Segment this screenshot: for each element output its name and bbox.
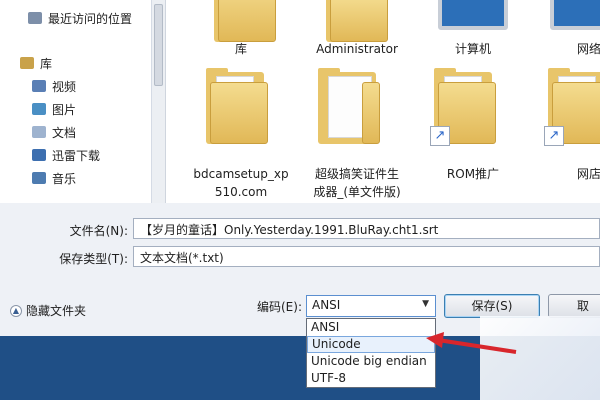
nav-item-label: 文档 [52,125,77,140]
folder-shortcut-icon: ↗ [430,68,496,146]
annotation-arrow-icon [426,332,517,354]
file-item-rom[interactable]: ↗ ROM推广 [418,64,528,204]
filetype-label: 保存类型(T): [59,252,128,266]
save-button[interactable]: 保存(S) [444,294,540,318]
library-icon [20,57,34,69]
file-item-zhengjian[interactable]: 超级搞笑证件生 成器_(单文件版) [302,64,412,204]
encoding-dropdown-list[interactable]: ANSI Unicode Unicode big endian UTF-8 [306,318,436,388]
nav-item-label: 视频 [52,79,77,94]
file-item-wangdian[interactable]: ↗ 网店 [534,64,600,204]
chevron-down-icon: ▼ [422,299,429,309]
library-folder-icon [214,0,276,42]
filename-input[interactable]: 【岁月的童话】Only.Yesterday.1991.BluRay.cht1.s… [133,218,600,239]
file-item-library[interactable]: 库 [186,0,296,60]
hide-folders-label: 隐藏文件夹 [26,304,87,318]
nav-item-label: 音乐 [52,171,77,186]
video-icon [32,80,46,92]
nav-item-recent-places[interactable]: 最近访问的位置 [28,9,132,27]
computer-icon [438,0,508,30]
file-name: 库 [234,42,247,56]
file-name: 计算机 [454,42,491,56]
nav-item-pictures[interactable]: 图片 [32,100,76,118]
hide-folders-toggle[interactable]: ▲ 隐藏文件夹 [10,302,86,319]
encoding-option-unicode-big-endian[interactable]: Unicode big endian [307,353,435,370]
recent-places-icon [28,12,42,24]
file-name: 网店 [576,167,600,181]
file-name: Administrator [316,42,398,56]
music-icon [32,172,46,184]
nav-item-music[interactable]: 音乐 [32,169,76,187]
nav-item-label: 库 [40,56,53,71]
file-item-network[interactable]: 网络 [534,0,600,60]
file-name: ROM推广 [446,167,500,181]
file-view: 库 Administrator 计算机 网络 bdcamsetup_xp 510… [166,0,600,203]
encoding-option-ansi[interactable]: ANSI [307,319,435,336]
file-name-line2: 成器_(单文件版) [313,185,401,199]
file-item-computer[interactable]: 计算机 [418,0,528,60]
filetype-select[interactable]: 文本文档(*.txt) [133,246,600,267]
folder-icon [318,68,380,144]
nav-item-label: 图片 [52,102,77,117]
nav-item-label: 最近访问的位置 [48,11,133,26]
encoding-select[interactable]: ANSI ▼ [306,295,436,317]
documents-icon [32,126,46,138]
folder-shortcut-icon: ↗ [544,68,600,146]
nav-item-label: 迅雷下载 [52,148,101,163]
thunder-download-icon [32,149,46,161]
user-folder-icon [326,0,388,42]
cancel-button[interactable]: 取 [548,294,600,318]
file-name-line1: 超级搞笑证件生 [314,167,399,181]
nav-item-library[interactable]: 库 [20,54,52,72]
file-name: 网络 [576,42,600,56]
nav-scrollbar[interactable] [152,0,166,203]
file-name-line2: 510.com [214,185,268,199]
encoding-label: 编码(E): [257,300,302,314]
nav-item-documents[interactable]: 文档 [32,123,76,141]
save-as-dialog: 最近访问的位置 库 视频 图片 文档 迅雷下载 音乐 库 Administrat… [0,0,600,336]
file-item-bdcamsetup[interactable]: bdcamsetup_xp 510.com [186,64,296,204]
folder-icon [206,68,268,144]
nav-item-video[interactable]: 视频 [32,77,76,95]
encoding-option-unicode[interactable]: Unicode [307,336,435,353]
network-icon [550,0,600,30]
file-item-administrator[interactable]: Administrator [302,0,412,60]
nav-scrollbar-thumb[interactable] [154,4,163,86]
encoding-option-utf8[interactable]: UTF-8 [307,370,435,387]
encoding-value: ANSI [312,298,341,312]
chevron-up-icon: ▲ [10,304,22,317]
filename-label: 文件名(N): [69,224,128,238]
file-name-line1: bdcamsetup_xp [193,167,289,181]
navigation-pane: 最近访问的位置 库 视频 图片 文档 迅雷下载 音乐 [0,0,152,203]
nav-item-thunder-download[interactable]: 迅雷下载 [32,146,100,164]
pictures-icon [32,103,46,115]
